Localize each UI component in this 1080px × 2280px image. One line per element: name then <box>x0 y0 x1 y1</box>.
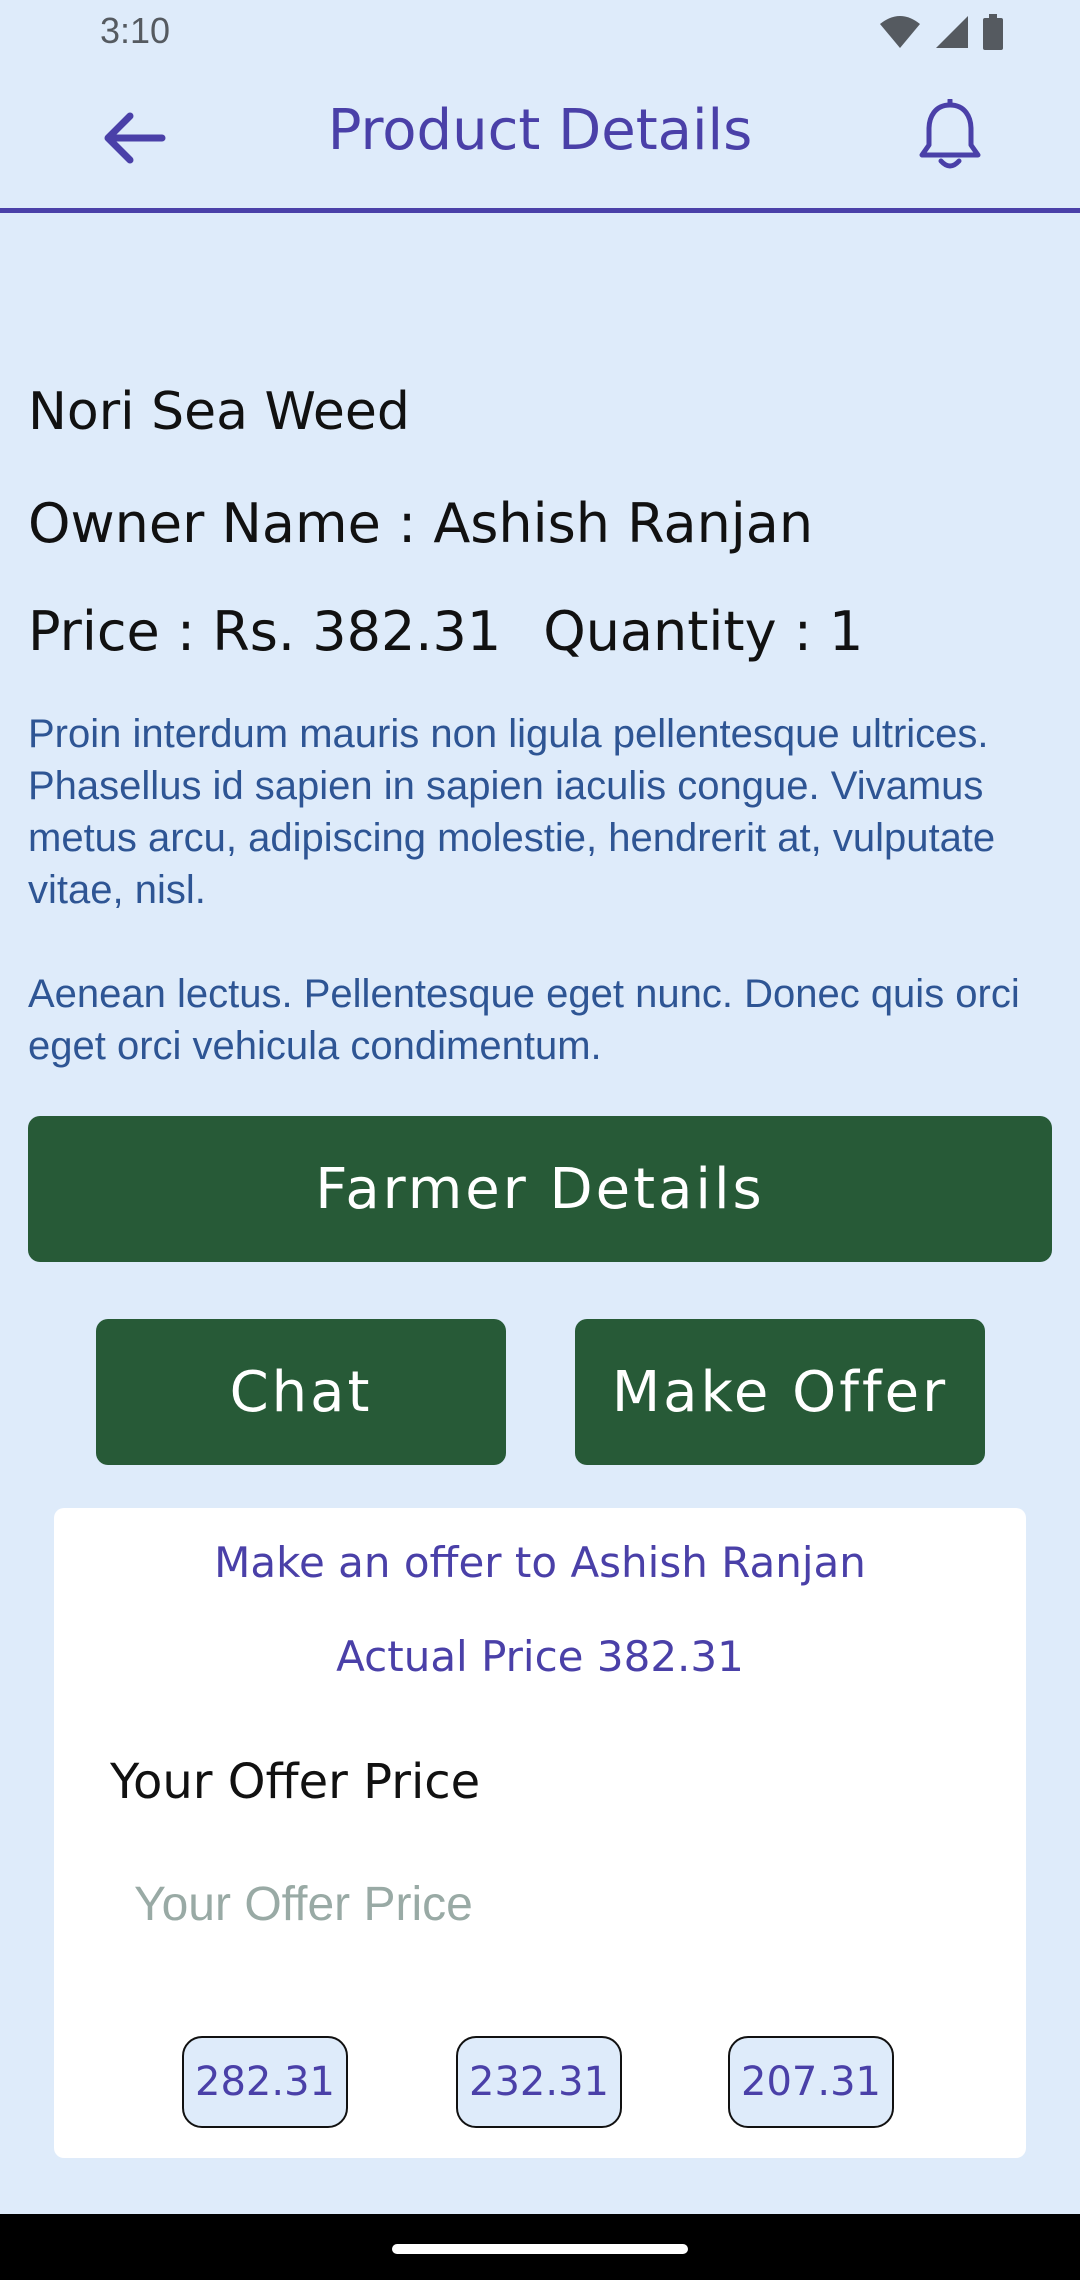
actual-price: Actual Price 382.31 <box>336 1632 744 1681</box>
bell-icon <box>917 97 983 177</box>
cellular-signal-icon <box>934 14 970 54</box>
notifications-button[interactable] <box>912 96 988 180</box>
offer-suggestion-chip[interactable]: 282.31 <box>182 2036 348 2128</box>
product-description: Proin interdum mauris non ligula pellent… <box>28 708 1052 1124</box>
price-quantity-row: Price : Rs. 382.31 Quantity : 1 <box>28 600 1052 663</box>
owner-name: Owner Name : Ashish Ranjan <box>28 492 814 555</box>
chat-button[interactable]: Chat <box>96 1319 506 1465</box>
home-gesture-handle[interactable] <box>392 2244 688 2254</box>
app-bar: Product Details <box>0 66 1080 213</box>
quantity-text: Quantity : 1 <box>543 600 864 663</box>
offer-suggestion-chip[interactable]: 207.31 <box>728 2036 894 2128</box>
offer-card: Make an offer to Ashish Ranjan Actual Pr… <box>54 1508 1026 2158</box>
farmer-details-button[interactable]: Farmer Details <box>28 1116 1052 1262</box>
offer-heading: Make an offer to Ashish Ranjan <box>214 1538 866 1587</box>
description-paragraph-1: Proin interdum mauris non ligula pellent… <box>28 712 996 912</box>
price-text: Price : Rs. 382.31 <box>28 600 502 663</box>
make-offer-button[interactable]: Make Offer <box>575 1319 985 1465</box>
system-navigation-bar <box>0 2214 1080 2280</box>
battery-icon <box>982 14 1004 54</box>
offer-price-input[interactable] <box>134 1864 954 1944</box>
wifi-icon <box>878 14 922 54</box>
offer-price-label: Your Offer Price <box>110 1754 481 1810</box>
status-bar: 3:10 <box>0 0 1080 66</box>
description-paragraph-2: Aenean lectus. Pellentesque eget nunc. D… <box>28 972 1020 1068</box>
offer-suggestion-chip[interactable]: 232.31 <box>456 2036 622 2128</box>
product-name: Nori Sea Weed <box>28 382 410 442</box>
status-icons <box>878 14 1004 54</box>
status-time: 3:10 <box>100 10 171 51</box>
